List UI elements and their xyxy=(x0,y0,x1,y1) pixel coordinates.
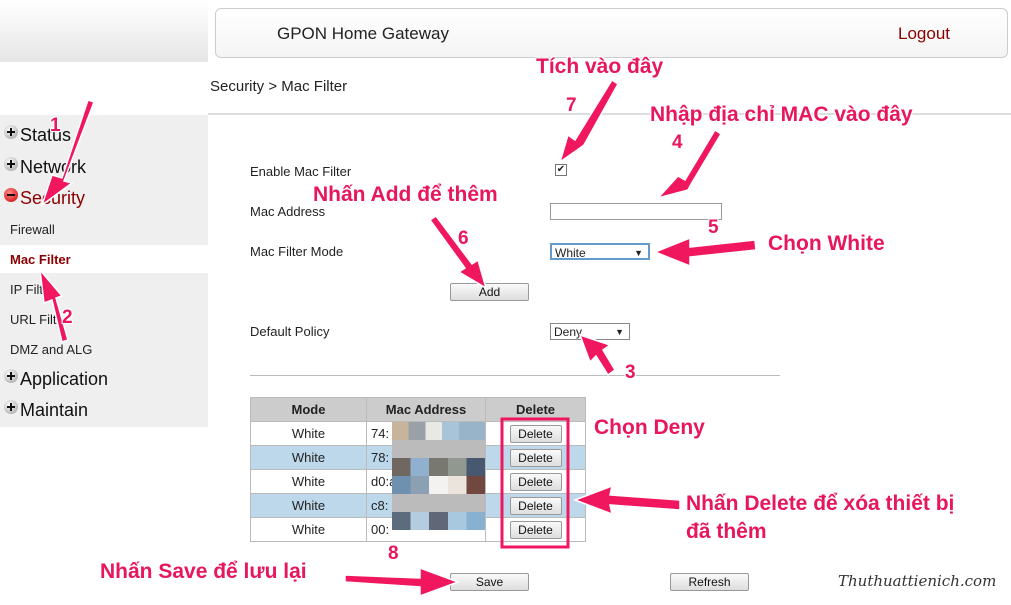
annotation-add: Nhấn Add để thêm xyxy=(313,183,498,206)
delete-highlight-box xyxy=(500,417,570,549)
arrow-3 xyxy=(578,333,616,377)
arrow-7 xyxy=(558,78,619,164)
arrow-2 xyxy=(38,267,69,343)
annotation-choose-white: Chọn White xyxy=(768,232,885,255)
annotation-choose-deny: Chọn Deny xyxy=(594,416,705,439)
annotation-number-4: 4 xyxy=(672,132,683,153)
annotation-number-2: 2 xyxy=(62,307,73,328)
annotation-number-5: 5 xyxy=(708,217,719,238)
annotation-save: Nhấn Save để lưu lại xyxy=(100,560,307,583)
annotation-tick: Tích vào đây xyxy=(536,55,664,78)
arrow-5 xyxy=(652,236,757,268)
annotation-number-6: 6 xyxy=(458,228,469,249)
arrow-6 xyxy=(428,214,488,290)
annotation-delete-line2: đã thêm xyxy=(686,520,767,543)
arrow-delete xyxy=(572,484,681,516)
arrow-8 xyxy=(344,566,461,598)
watermark: Thuthuattienich.com xyxy=(838,572,997,590)
annotation-number-7: 7 xyxy=(566,95,577,116)
arrow-4 xyxy=(655,128,723,200)
annotation-number-1: 1 xyxy=(50,115,61,136)
annotation-number-3: 3 xyxy=(625,362,636,383)
annotation-delete: Nhấn Delete để xóa thiết bị xyxy=(686,492,955,515)
annotation-enter-mac: Nhập địa chỉ MAC vào đây xyxy=(650,103,913,126)
annotation-number-8: 8 xyxy=(388,543,399,564)
